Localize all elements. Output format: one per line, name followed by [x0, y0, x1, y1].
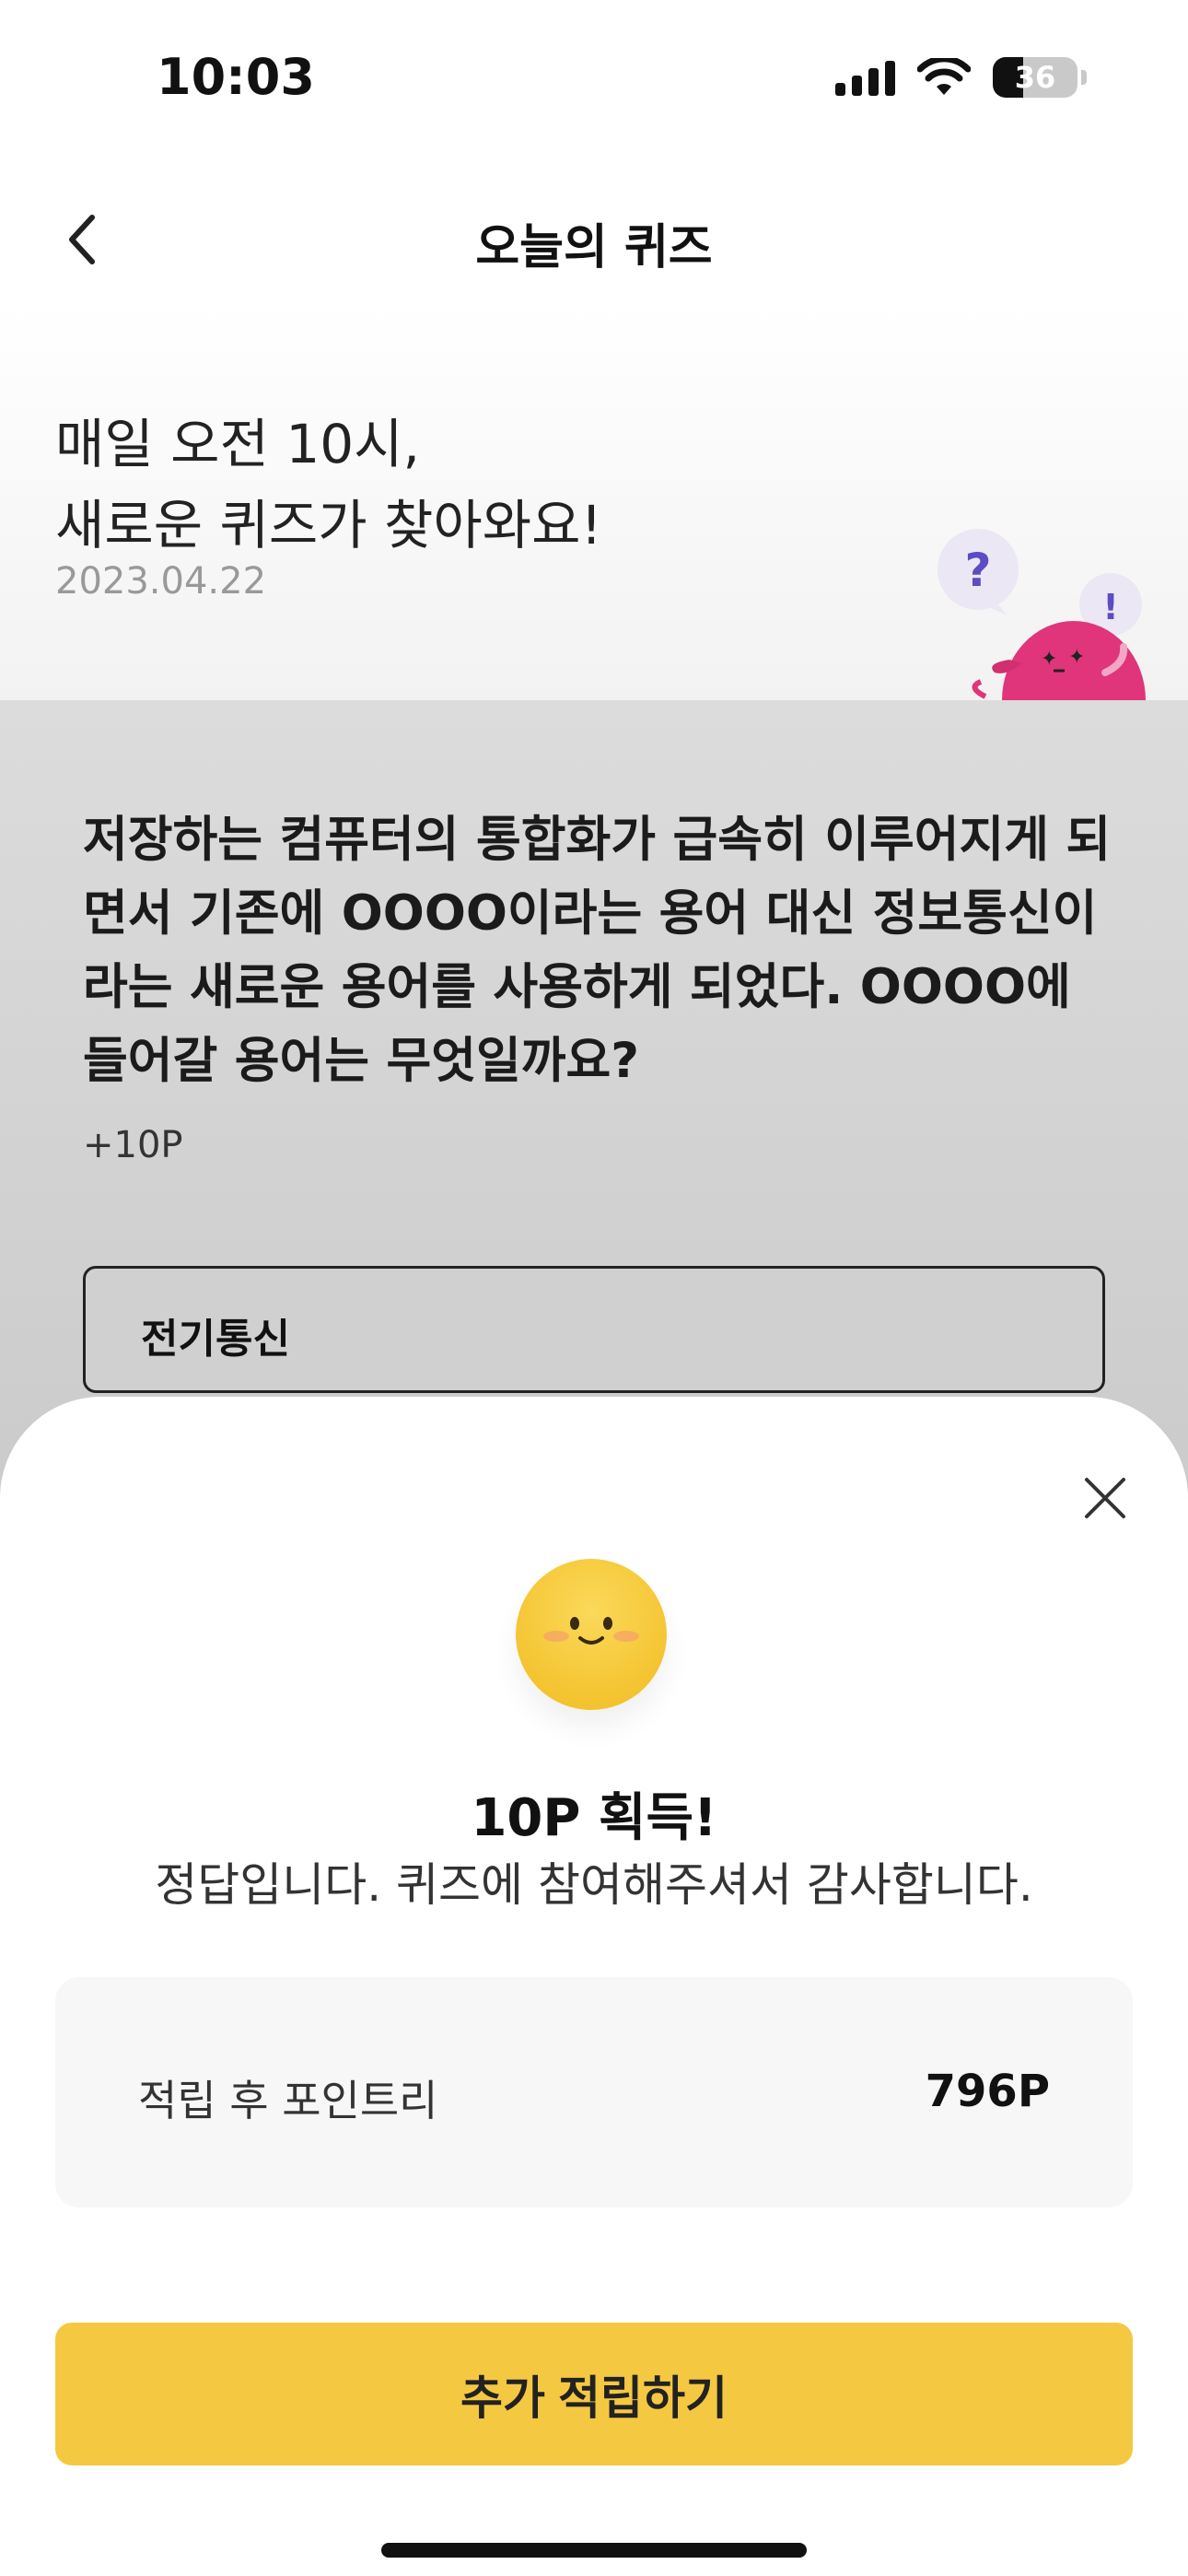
points-value: 796P	[925, 2066, 1050, 2117]
intro-title: 매일 오전 10시, 새로운 퀴즈가 찾아와요!	[55, 404, 602, 566]
page-title: 오늘의 퀴즈	[475, 220, 713, 275]
intro-date: 2023.04.22	[55, 560, 267, 603]
close-icon	[1085, 1478, 1125, 1518]
smiley-icon	[516, 1559, 667, 1710]
home-indicator[interactable]	[381, 2543, 807, 2558]
wifi-icon	[917, 58, 971, 95]
battery-icon: 36	[993, 57, 1077, 98]
answer-option[interactable]: 전기통신	[83, 1266, 1105, 1393]
status-icons: 36	[835, 57, 1087, 98]
points-summary: 적립 후 포인트리 796P	[55, 1977, 1133, 2207]
intro-title-line1: 매일 오전 10시,	[55, 413, 420, 475]
svg-text:✦: ✦	[1068, 646, 1085, 669]
result-message: 정답입니다. 퀴즈에 참여해주셔서 감사합니다.	[155, 1858, 1033, 1912]
intro-title-line2: 새로운 퀴즈가 찾아와요!	[55, 494, 602, 556]
header: 오늘의 퀴즈	[0, 184, 1188, 295]
intro-banner: 매일 오전 10시, 새로운 퀴즈가 찾아와요! 2023.04.22 ? ! …	[0, 304, 1188, 700]
battery-percent: 36	[1014, 60, 1056, 95]
result-sheet: 10P 획득! 정답입니다. 퀴즈에 참여해주셔서 감사합니다. 적립 후 포인…	[0, 1397, 1188, 2576]
quiz-points: +10P	[83, 1124, 183, 1166]
status-bar: 10:03 36	[0, 0, 1188, 157]
signal-icon	[835, 59, 895, 96]
status-time: 10:03	[157, 48, 315, 106]
close-button[interactable]	[1077, 1470, 1133, 1526]
quiz-question: 저장하는 컴퓨터의 통합화가 급속히 이루어지게 되면서 기존에 OOOO이라는…	[83, 812, 1112, 1089]
result-title: 10P 획득!	[471, 1788, 717, 1848]
battery-cap	[1081, 70, 1087, 85]
earn-more-button-label: 추가 적립하기	[460, 2371, 728, 2424]
points-label: 적립 후 포인트리	[138, 2076, 438, 2125]
svg-text:✦: ✦	[1041, 648, 1057, 671]
mascot-exclaim-mark: !	[1102, 587, 1118, 627]
mascot-illustration: ? ! ✦ ✦	[938, 529, 1146, 700]
earn-more-button[interactable]: 추가 적립하기	[55, 2323, 1133, 2465]
answer-option-label: 전기통신	[141, 1316, 290, 1363]
screen: 10:03 36 오늘의 퀴즈 매일 오전 10시, 새로운 퀴즈가 찾아와요!…	[0, 0, 1188, 2576]
mascot-question-mark: ?	[964, 544, 991, 597]
